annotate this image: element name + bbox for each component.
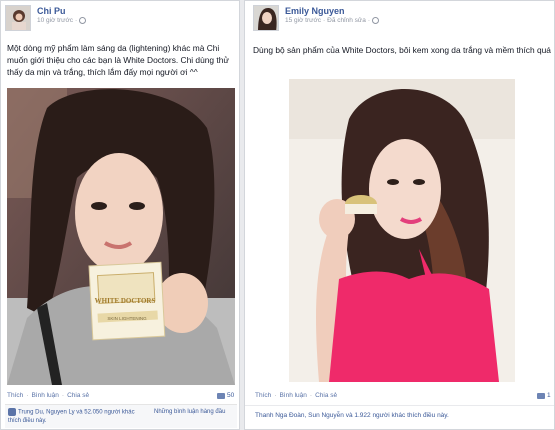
- post-time[interactable]: 10 giờ trước: [37, 17, 73, 24]
- post-photo[interactable]: [289, 79, 515, 382]
- post-header: Chi Pu 10 giờ trước ·: [5, 5, 87, 33]
- comment-icon: [537, 392, 545, 399]
- like-button[interactable]: Thích: [7, 392, 23, 399]
- post-photo[interactable]: WHITE DOCTORS SKIN LIGHTENING: [7, 88, 235, 385]
- share-button[interactable]: Chia sẻ: [315, 392, 337, 399]
- globe-icon: [79, 17, 87, 24]
- edited-label[interactable]: Đã chỉnh sửa: [327, 17, 366, 24]
- likes-text[interactable]: Thanh Nga Đoàn, Sun Nguyễn và 1.922 ngườ…: [255, 412, 449, 419]
- top-comments-link[interactable]: Những bình luận hàng đầu: [154, 408, 234, 425]
- avatar[interactable]: [253, 5, 279, 31]
- post-text: Dùng bộ sản phẩm của White Doctors, bôi …: [253, 45, 551, 55]
- comment-button[interactable]: Bình luận: [279, 392, 306, 399]
- comment-icon: [217, 392, 225, 399]
- post-emily-nguyen: Emily Nguyen 15 giờ trước · Đã chỉnh sửa…: [244, 0, 555, 430]
- post-time[interactable]: 15 giờ trước: [285, 17, 321, 24]
- comment-button[interactable]: Bình luận: [31, 392, 58, 399]
- author-name[interactable]: Chi Pu: [37, 6, 86, 16]
- post-actions: Thích · Bình luận · Chia sẻ: [255, 392, 338, 399]
- post-text: Một dòng mỹ phẩm làm sáng da (lightening…: [7, 43, 229, 77]
- globe-icon: [372, 17, 380, 24]
- likes-bar: Thanh Nga Đoàn, Sun Nguyễn và 1.922 ngườ…: [245, 405, 554, 429]
- product-brand-label: WHITE DOCTORS: [95, 297, 156, 305]
- author-name[interactable]: Emily Nguyen: [285, 6, 379, 16]
- post-header: Emily Nguyen 15 giờ trước · Đã chỉnh sửa…: [253, 5, 380, 33]
- likes-text[interactable]: Trung Du, Nguyen Ly và 52.050 người khác…: [8, 410, 135, 424]
- post-chi-pu: Chi Pu 10 giờ trước · Một dòng mỹ phẩm l…: [0, 0, 240, 430]
- like-button[interactable]: Thích: [255, 392, 271, 399]
- share-button[interactable]: Chia sẻ: [67, 392, 89, 399]
- avatar[interactable]: [5, 5, 31, 31]
- comment-count[interactable]: 1: [537, 392, 551, 399]
- product-line-label: SKIN LIGHTENING: [107, 316, 147, 321]
- likes-bar: Trung Du, Nguyen Ly và 52.050 người khác…: [5, 404, 237, 428]
- comment-count[interactable]: 50: [217, 392, 234, 399]
- thumb-icon: [8, 408, 16, 416]
- post-actions: Thích · Bình luận · Chia sẻ: [7, 392, 90, 399]
